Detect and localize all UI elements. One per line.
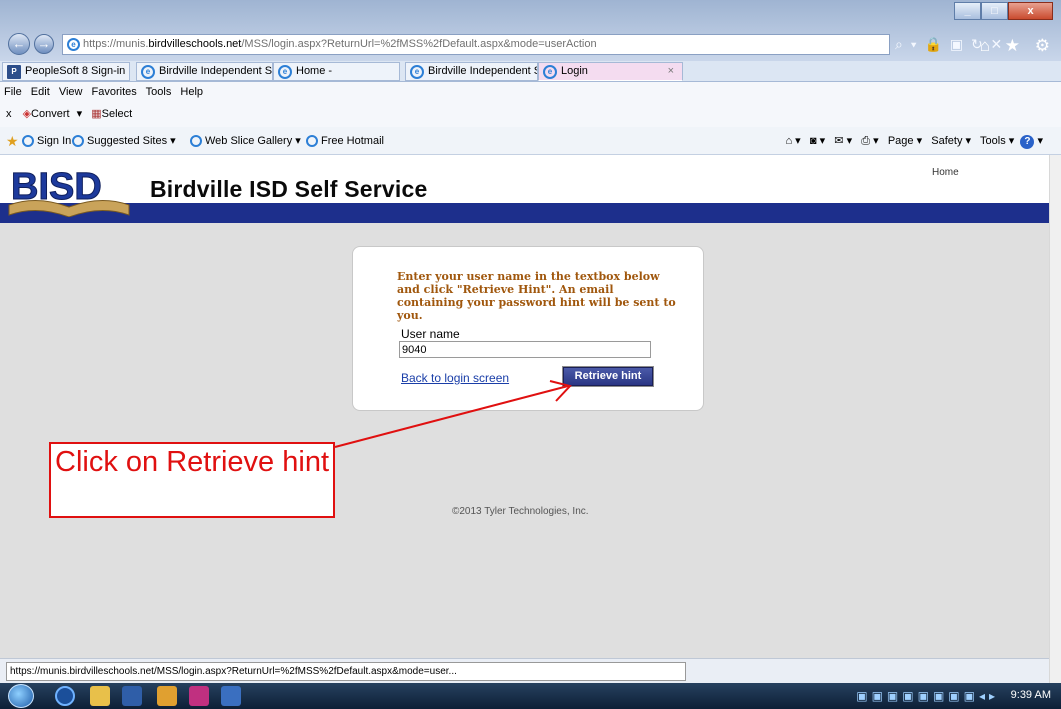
tab-birdville-1[interactable]: e Birdville Independent S... [136,62,273,81]
header-band [0,203,1049,223]
chevron-down-icon[interactable]: ▾ [77,108,83,120]
system-tray-icons[interactable]: ▣▣▣▣▣▣▣▣◂▸ [856,689,999,703]
back-arrow-icon[interactable]: ← [8,33,30,55]
retrieve-hint-button[interactable]: Retrieve hint [562,366,654,387]
menu-bar: File Edit View Favorites Tools Help [0,82,1061,102]
close-window-button[interactable]: x [1008,2,1053,20]
explorer-taskbar-icon[interactable] [90,686,110,706]
close-toolbar-icon[interactable]: x [6,108,12,120]
convert-icon: ◈ [22,108,32,120]
ie-page-icon: e [141,65,155,79]
copyright-text: ©2013 Tyler Technologies, Inc. [452,506,589,517]
ie-page-icon [22,135,34,148]
ie-taskbar-icon[interactable] [55,686,75,706]
home-link[interactable]: Home [932,167,959,178]
mail-icon[interactable]: ✉ ▾ [834,135,852,147]
tab-strip: P PeopleSoft 8 Sign-in e Birdville Indepen… [0,61,1061,82]
close-tab-icon[interactable]: × [668,63,674,80]
select-icon: ▦ [91,108,102,120]
vertical-scrollbar[interactable] [1049,155,1061,683]
menu-help[interactable]: Help [180,86,203,98]
ie-page-icon: e [67,38,80,51]
browser-chrome: _ □ x ← → e https://munis.birdvilleschool… [0,0,1061,61]
favorites-star-icon[interactable]: ★ [6,127,19,155]
ie-page-icon: e [543,65,557,79]
taskbar: ▣▣▣▣▣▣▣▣◂▸ 9:39 AM [0,683,1061,709]
ie-page-icon [306,135,318,148]
convert-button[interactable]: Convert [31,108,70,120]
menu-tools[interactable]: Tools [146,86,172,98]
media-taskbar-icon[interactable] [122,686,142,706]
ie-page-icon: e [278,65,292,79]
select-button[interactable]: Select [102,108,133,120]
print-icon[interactable]: ⎙ ▾ [861,135,878,147]
back-to-login-link[interactable]: Back to login screen [401,371,509,385]
onenote-taskbar-icon[interactable] [189,686,209,706]
status-bar: https://munis.birdvilleschools.net/MSS/l… [0,658,1049,683]
favorite-web-slice-gallery[interactable]: Web Slice Gallery ▾ [190,127,301,155]
tab-peoplesoft[interactable]: P PeopleSoft 8 Sign-in [2,62,130,81]
username-label: User name [401,327,460,341]
site-title: Birdville ISD Self Service [150,176,428,202]
page-menu[interactable]: Page ▾ [888,135,922,147]
command-bar-right: ⌂ ▾ ◙ ▾ ✉ ▾ ⎙ ▾ Page ▾ Safety ▾ Tools ▾ … [785,135,1043,149]
ie-page-icon [190,135,202,148]
bisd-logo: BISD [8,166,130,217]
home-favorites-tools-icons[interactable]: ⌂ ★ ⚙ [980,36,1055,56]
status-url: https://munis.birdvilleschools.net/MSS/l… [6,662,686,681]
web-page: Home BISD Birdville ISD Self Service Ent… [0,155,1049,658]
logo-text: BISD [11,166,102,208]
address-bar[interactable]: e https://munis.birdvilleschools.net/MSS/… [62,34,890,55]
ie-page-icon: e [410,65,424,79]
favorite-free-hotmail[interactable]: Free Hotmail [306,127,384,155]
favorite-suggested-sites[interactable]: Suggested Sites ▾ [72,127,176,155]
tab-login[interactable]: e Login × [538,62,683,81]
feeds-icon[interactable]: ◙ ▾ [810,135,825,147]
navigation-row: ← → e https://munis.birdvilleschools.net/… [0,32,1061,57]
minimize-button[interactable]: _ [954,2,981,20]
menu-view[interactable]: View [59,86,83,98]
tutorial-callout: Click on Retrieve hint [49,442,335,518]
instructions-text: Enter your user name in the textbox belo… [397,270,676,322]
retrieve-hint-panel: Enter your user name in the textbox belo… [352,246,704,411]
maximize-button[interactable]: □ [981,2,1008,20]
home-icon[interactable]: ⌂ ▾ [785,135,800,147]
tab-birdville-2[interactable]: eBirdville Independent S... [405,62,538,81]
peoplesoft-icon: P [7,65,21,79]
username-input[interactable] [399,341,651,358]
favorites-bar: ★ Sign In Suggested Sites ▾ Web Slice Ga… [0,127,1061,155]
favorite-sign-in[interactable]: Sign In [22,127,71,155]
document-taskbar-icon[interactable] [221,686,241,706]
app-taskbar-icon[interactable] [157,686,177,706]
tab-home[interactable]: e Home - [273,62,400,81]
window-controls: _ □ x [954,2,1053,20]
forward-arrow-icon[interactable]: → [34,34,54,54]
command-bar: x ◈Convert ▾ ▦Select [0,102,1061,127]
ie-page-icon [72,135,84,148]
start-button[interactable] [8,684,34,708]
help-icon[interactable]: ? [1020,135,1035,149]
tools-menu[interactable]: Tools ▾ [980,135,1014,147]
safety-menu[interactable]: Safety ▾ [931,135,971,147]
menu-edit[interactable]: Edit [31,86,50,98]
menu-file[interactable]: File [4,86,22,98]
taskbar-clock: 9:39 AM [1010,689,1051,701]
menu-favorites[interactable]: Favorites [92,86,137,98]
